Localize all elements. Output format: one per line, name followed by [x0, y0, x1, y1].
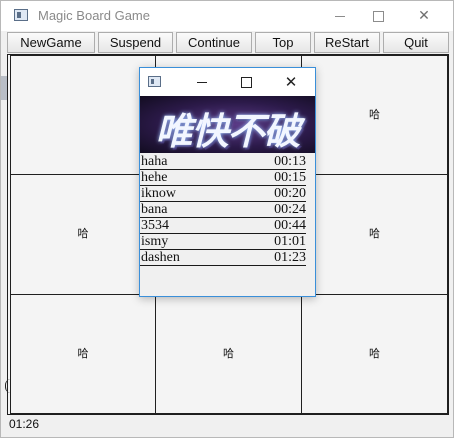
board-cell[interactable]: 哈 — [301, 174, 448, 295]
player-time: 01:01 — [274, 234, 306, 249]
leaderboard-dialog: ✕ 唯快不破 haha 00:13 hehe 00:15 iknow 00:20 ba… — [139, 67, 316, 297]
player-time: 00:15 — [274, 170, 306, 185]
player-time: 00:44 — [274, 218, 306, 233]
restart-button[interactable]: ReStart — [314, 32, 380, 53]
score-row: bana 00:24 — [140, 202, 306, 218]
player-name: 3534 — [141, 218, 169, 233]
board-cell[interactable]: 哈 — [301, 294, 448, 414]
maximize-button[interactable] — [355, 1, 401, 31]
dialog-title-bar[interactable]: ✕ — [140, 68, 315, 96]
close-icon: ✕ — [284, 73, 298, 91]
minimize-icon — [335, 15, 345, 17]
score-row: dashen 01:23 — [140, 250, 306, 266]
banner-text: 唯快不破 — [155, 110, 301, 153]
top-button[interactable]: Top — [255, 32, 311, 53]
elapsed-timer: 01:26 — [9, 417, 40, 431]
dialog-minimize-button[interactable] — [182, 68, 222, 96]
player-name: dashen — [141, 250, 180, 265]
score-row: hehe 00:15 — [140, 170, 306, 186]
dialog-maximize-button[interactable] — [226, 68, 266, 96]
title-bar[interactable]: Magic Board Game ✕ — [1, 1, 453, 31]
player-name: ismy — [141, 234, 169, 249]
player-name: iknow — [141, 186, 176, 201]
player-name: haha — [141, 154, 168, 169]
board-cell[interactable] — [10, 55, 156, 175]
close-icon: ✕ — [418, 8, 430, 24]
board-cell[interactable]: 哈 — [10, 294, 156, 414]
score-row: 3534 00:44 — [140, 218, 306, 234]
score-row: iknow 00:20 — [140, 186, 306, 202]
app-window-icon — [14, 9, 28, 21]
window-title: Magic Board Game — [38, 8, 150, 23]
board-cell[interactable]: 哈 — [155, 294, 302, 414]
edge-decoration — [5, 379, 11, 393]
board-cell[interactable]: 哈 — [301, 55, 448, 175]
score-row: haha 00:13 — [140, 154, 306, 170]
dialog-close-button[interactable]: ✕ — [271, 68, 311, 96]
newgame-button[interactable]: NewGame — [7, 32, 95, 53]
board-cell[interactable]: 哈 — [10, 174, 156, 295]
toolbar: NewGame Suspend Continue Top ReStart Qui… — [6, 32, 450, 54]
app-window-icon — [148, 76, 161, 87]
player-time: 00:13 — [274, 154, 306, 169]
player-name: bana — [141, 202, 168, 217]
player-name: hehe — [141, 170, 168, 185]
maximize-icon — [240, 77, 252, 88]
player-time: 01:23 — [274, 250, 306, 265]
maximize-icon — [372, 10, 384, 22]
close-button[interactable]: ✕ — [401, 1, 447, 31]
quit-button[interactable]: Quit — [383, 32, 449, 53]
score-list: haha 00:13 hehe 00:15 iknow 00:20 bana 00:24… — [140, 154, 306, 266]
banner-image: 唯快不破 — [140, 96, 315, 153]
score-row: ismy 01:01 — [140, 234, 306, 250]
minimize-icon — [197, 82, 207, 83]
player-time: 00:20 — [274, 186, 306, 201]
continue-button[interactable]: Continue — [176, 32, 252, 53]
player-time: 00:24 — [274, 202, 306, 217]
suspend-button[interactable]: Suspend — [98, 32, 173, 53]
